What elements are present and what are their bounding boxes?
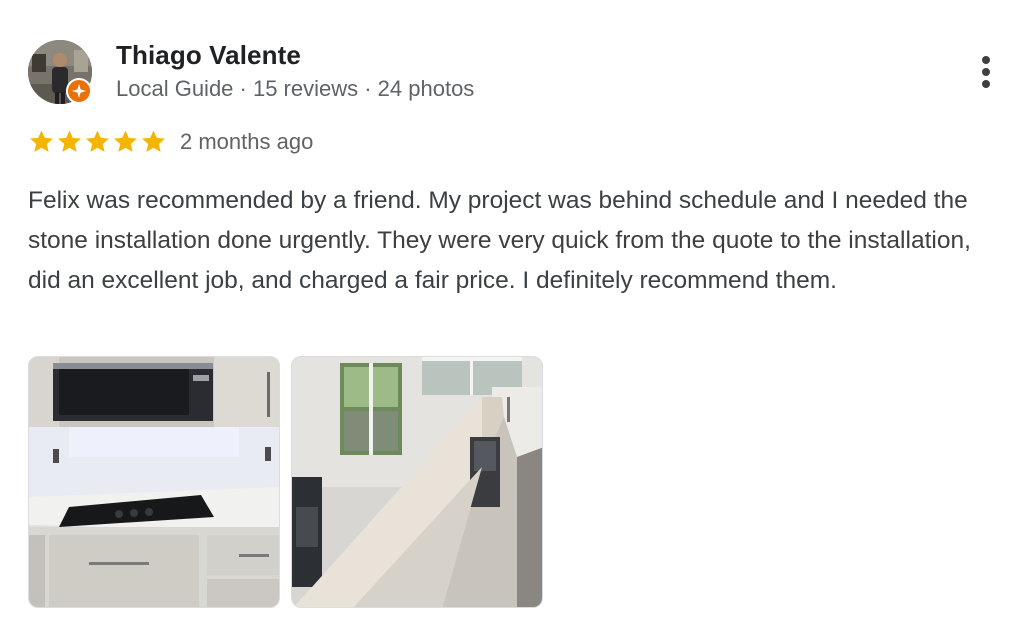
star-rating <box>28 128 167 155</box>
review-card: Thiago Valente Local Guide · 15 reviews … <box>0 0 1024 638</box>
star-icon <box>142 130 165 152</box>
star-icon <box>114 130 137 152</box>
more-vert-icon <box>982 56 990 64</box>
reviewer-name[interactable]: Thiago Valente <box>116 40 301 71</box>
star-icon <box>58 130 81 152</box>
more-vert-icon <box>982 80 990 88</box>
review-photo-cooktop[interactable] <box>28 356 280 608</box>
more-vert-icon <box>982 68 990 76</box>
star-icon <box>30 130 53 152</box>
star-icon <box>86 130 109 152</box>
review-photo-island[interactable] <box>291 356 543 608</box>
more-options-button[interactable] <box>972 52 1000 92</box>
review-text: Felix was recommended by a friend. My pr… <box>28 187 971 294</box>
review-date: 2 months ago <box>180 129 314 154</box>
local-guide-badge-icon <box>66 78 92 104</box>
reviewer-meta[interactable]: Local Guide · 15 reviews · 24 photos <box>116 76 474 102</box>
